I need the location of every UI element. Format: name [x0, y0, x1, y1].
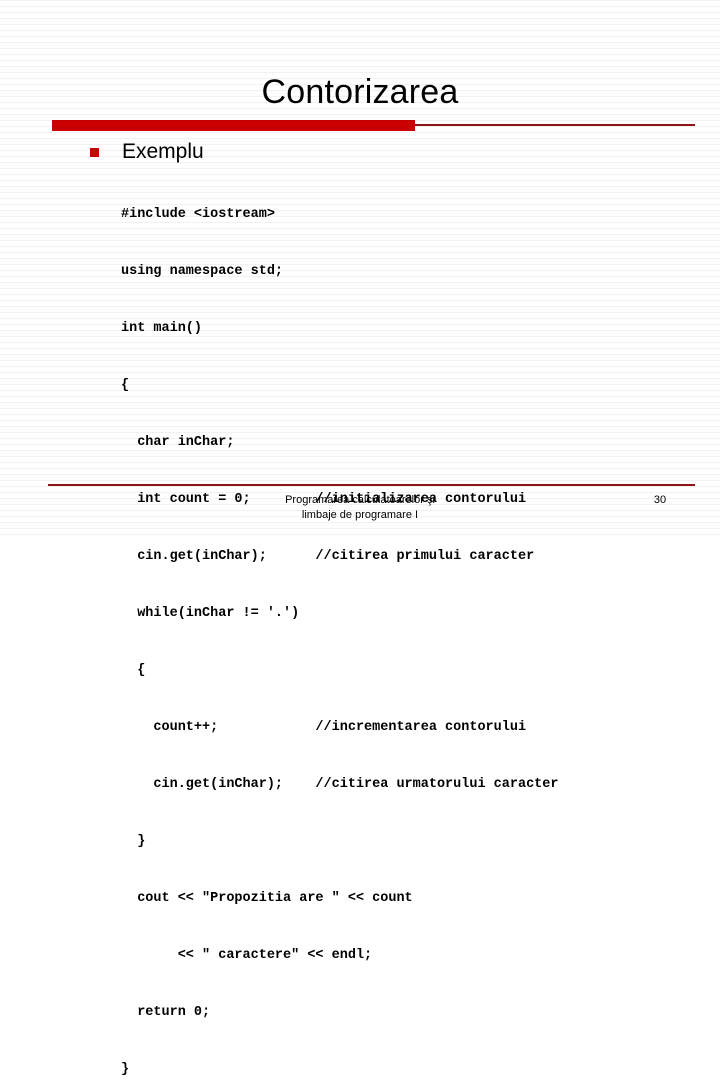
code-line: {: [121, 663, 146, 678]
code-line: cin.get(inChar); //citirea primului cara…: [121, 549, 535, 564]
bullet-heading: Exemplu: [90, 140, 204, 164]
square-bullet-icon: [90, 147, 99, 157]
code-line: cout << "Propozitia are " << count: [121, 891, 413, 906]
title-divider: [52, 120, 695, 131]
footer-divider: [48, 484, 695, 486]
code-line: using namespace std;: [121, 264, 284, 279]
page-title: Contorizarea: [261, 73, 459, 111]
code-line: #include <iostream>: [121, 207, 275, 222]
code-line: }: [121, 834, 146, 849]
slide-canvas: Contorizarea Exemplu #include <iostream>…: [0, 0, 720, 1077]
code-line: while(inChar != '.'): [121, 606, 300, 621]
code-line: int main(): [121, 321, 203, 336]
divider-thick-bar: [52, 120, 415, 131]
code-line: {: [121, 378, 130, 393]
code-line: }: [121, 1062, 130, 1077]
code-line: << " caractere" << endl;: [121, 948, 373, 963]
code-line: cin.get(inChar); //citirea urmatorului c…: [121, 777, 559, 792]
code-block: #include <iostream> using namespace std;…: [121, 167, 558, 1080]
code-line: return 0;: [121, 1005, 211, 1020]
page-number: 30: [653, 494, 667, 506]
bullet-heading-label: Exemplu: [122, 140, 204, 163]
code-line: char inChar;: [121, 435, 235, 450]
footer-line-1: Programarea calculatoarelor şi: [285, 494, 435, 506]
footer-line-2: limbaje de programare I: [301, 509, 419, 521]
code-line: count++; //incrementarea contorului: [121, 720, 527, 735]
footer-text: Programarea calculatoarelor şi limbaje d…: [180, 493, 540, 523]
